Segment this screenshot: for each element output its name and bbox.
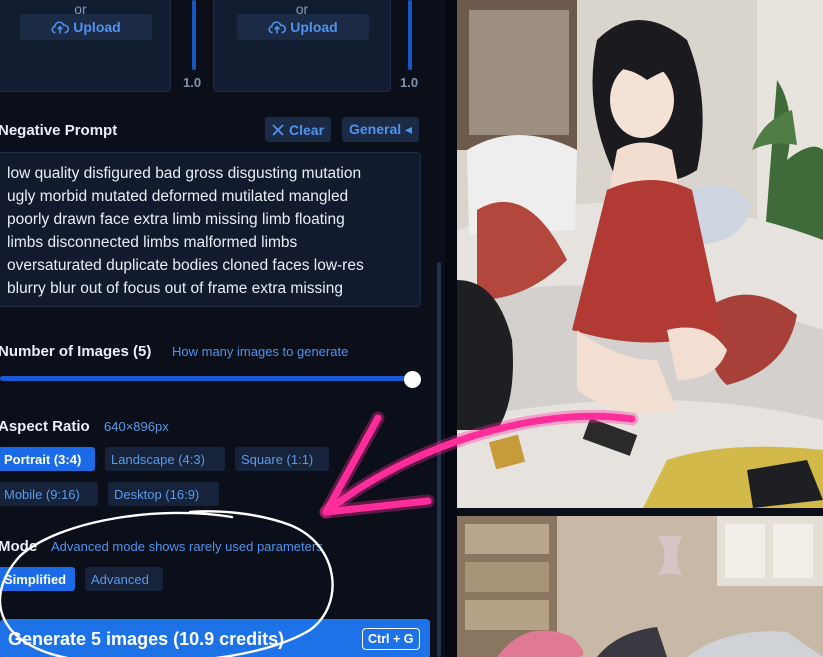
mode-option-advanced[interactable]: Advanced: [85, 567, 163, 591]
generated-image-2-art: [457, 516, 823, 657]
prompt-preset-label: General ◂: [349, 121, 413, 137]
mode-label: Mode: [0, 538, 38, 555]
number-of-images-label: Number of Images (5): [0, 343, 152, 360]
cloud-upload-icon: [268, 21, 287, 34]
mode-option-simplified[interactable]: Simplified: [0, 567, 75, 591]
panel-divider: [445, 0, 457, 657]
upload-button-label: Upload: [73, 19, 121, 35]
close-icon: [272, 123, 284, 136]
generate-button[interactable]: Generate 5 images (10.9 credits) Ctrl + …: [0, 619, 430, 657]
weight-slider-right[interactable]: [408, 0, 412, 70]
prompt-line: blurry blur out of focus out of frame ex…: [7, 280, 343, 297]
weight-value-right: 1.0: [400, 75, 419, 90]
generated-image-2[interactable]: [457, 516, 823, 657]
image-upload-box-right[interactable]: or Upload: [213, 0, 391, 92]
cloud-upload-icon: [51, 21, 70, 34]
clear-button-label: Clear: [289, 121, 325, 138]
settings-panel: or Upload 1.0 or Upload 1.0 Negative Pro…: [0, 0, 445, 657]
aspect-ratio-label: Aspect Ratio: [0, 418, 90, 435]
prompt-line: oversaturated duplicate bodies cloned fa…: [7, 257, 364, 274]
prompt-line: poorly drawn face extra limb missing lim…: [7, 211, 345, 228]
prompt-line: low quality disfigured bad gross disgust…: [7, 165, 362, 182]
negative-prompt-label: Negative Prompt: [0, 122, 118, 139]
upload-button-left[interactable]: Upload: [20, 14, 152, 40]
aspect-option-portrait[interactable]: Portrait (3:4): [0, 447, 95, 471]
prompt-preset-dropdown[interactable]: General ◂: [342, 117, 420, 142]
aspect-option-mobile[interactable]: Mobile (9:16): [0, 482, 98, 506]
upload-button-right[interactable]: Upload: [237, 14, 369, 40]
prompt-line: ugly morbid mutated deformed mutilated m…: [7, 188, 349, 205]
number-of-images-hint: How many images to generate: [172, 344, 349, 359]
weight-value-left: 1.0: [183, 75, 202, 90]
aspect-option-square[interactable]: Square (1:1): [235, 447, 329, 471]
generated-image-1-art: [457, 0, 823, 508]
panel-scrollbar[interactable]: [437, 262, 441, 657]
image-upload-box-left[interactable]: or Upload: [0, 0, 171, 92]
weight-slider-left[interactable]: [192, 0, 196, 70]
aspect-option-landscape[interactable]: Landscape (4:3): [105, 447, 225, 471]
clear-button[interactable]: Clear: [265, 117, 332, 142]
number-of-images-slider[interactable]: [0, 376, 412, 381]
aspect-ratio-size: 640×896px: [104, 419, 169, 434]
negative-prompt-textarea[interactable]: low quality disfigured bad gross disgust…: [0, 152, 421, 307]
slider-thumb[interactable]: [404, 371, 421, 388]
keyboard-shortcut-badge: Ctrl + G: [362, 628, 420, 650]
mode-hint: Advanced mode shows rarely used paramete…: [51, 539, 323, 554]
aspect-option-desktop[interactable]: Desktop (16:9): [108, 482, 219, 506]
generated-image-1[interactable]: [457, 0, 823, 508]
upload-button-label: Upload: [290, 19, 338, 35]
generate-button-label: Generate 5 images (10.9 credits): [8, 629, 285, 649]
prompt-line: limbs disconnected limbs malformed limbs: [7, 234, 298, 251]
